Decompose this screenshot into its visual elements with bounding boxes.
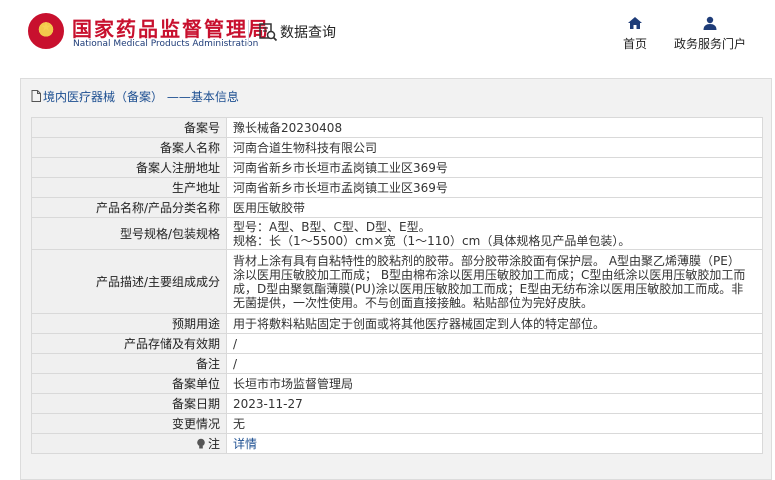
lightbulb-icon [197, 438, 205, 449]
model-spec-line: 规格：长（1～5500）cm×宽（1～110）cm（具体规格见产品单包装）。 [233, 233, 631, 248]
table-row: 备案人注册地址 河南省新乡市长垣市孟岗镇工业区369号 [31, 157, 763, 178]
info-table: 备案号 豫长械备20230408 备案人名称 河南合道生物科技有限公司 备案人注… [31, 117, 763, 454]
table-row: 备案人名称 河南合道生物科技有限公司 [31, 137, 763, 158]
header-divider [248, 20, 249, 46]
table-row: 备案日期 2023-11-27 [31, 393, 763, 414]
panel-title-text: 境内医疗器械（备案） ——基本信息 [43, 89, 239, 104]
table-row: 生产地址 河南省新乡市长垣市孟岗镇工业区369号 [31, 177, 763, 198]
data-query-link[interactable]: 数据查询 [280, 22, 336, 42]
row-label: 备案人名称 [31, 137, 227, 158]
table-row: 备案号 豫长械备20230408 [31, 117, 763, 138]
model-spec-line: 型号：A型、B型、C型、D型、E型。 [233, 219, 431, 234]
row-label: 产品描述/主要组成成分 [31, 249, 227, 314]
intended-use-value: 用于将敷料粘贴固定于创面或将其他医疗器械固定到人体的特定部位。 [226, 313, 763, 334]
row-label: 注 [207, 437, 220, 451]
production-address-value: 河南省新乡市长垣市孟岗镇工业区369号 [226, 177, 763, 198]
table-row: 备案单位 长垣市市场监督管理局 [31, 373, 763, 394]
nav-home-label: 首页 [622, 37, 647, 51]
table-row: 预期用途 用于将敷料粘贴固定于创面或将其他医疗器械固定到人体的特定部位。 [31, 313, 763, 334]
table-row: 备注 / [31, 353, 763, 374]
filing-date-value: 2023-11-27 [226, 393, 763, 414]
table-row: 产品描述/主要组成成分 背材上涂有具有自粘特性的胶粘剂的胶带。部分胶带涂胶面有保… [31, 249, 763, 314]
nav-service-portal-label: 政务服务门户 [673, 37, 746, 51]
filing-authority-value: 长垣市市场监督管理局 [226, 373, 763, 394]
description-line: 无菌提供，一次性使用。不与创面直接接触。粘贴部位为完好皮肤。 [233, 295, 594, 310]
registrant-name-value: 河南合道生物科技有限公司 [226, 137, 763, 158]
table-row: 变更情况 无 [31, 413, 763, 434]
row-label: 预期用途 [31, 313, 227, 334]
model-spec-value: 型号：A型、B型、C型、D型、E型。 规格：长（1～5500）cm×宽（1～11… [226, 217, 763, 250]
row-label: 产品名称/产品分类名称 [31, 197, 227, 218]
row-label: 备注 [31, 353, 227, 374]
product-name-value: 医用压敏胶带 [226, 197, 763, 218]
row-label: 备案单位 [31, 373, 227, 394]
row-label: 备案日期 [31, 393, 227, 414]
home-icon [628, 17, 642, 29]
description-line: 成，D型由聚氨酯薄膜(PU)涂以医用压敏胶加工而成；E型由无纺布涂以医用压敏胶加… [233, 281, 744, 296]
remarks-value: / [226, 353, 763, 374]
row-label: 变更情况 [31, 413, 227, 434]
national-emblem-logo: ★ [28, 13, 64, 49]
detail-panel: 境内医疗器械（备案） ——基本信息 备案号 豫长械备20230408 备案人名称… [20, 78, 772, 480]
description-line: 背材上涂有具有自粘特性的胶粘剂的胶带。部分胶带涂胶面有保护层。 A型由聚乙烯薄膜… [233, 253, 740, 268]
table-row: 型号规格/包装规格 型号：A型、B型、C型、D型、E型。 规格：长（1～5500… [31, 217, 763, 250]
table-row: 注 详情 [31, 433, 763, 454]
change-status-value: 无 [226, 413, 763, 434]
document-icon [31, 90, 41, 102]
record-number-value: 豫长械备20230408 [226, 117, 763, 138]
data-query-icon [259, 23, 278, 42]
description-line: 涂以医用压敏胶加工而成； B型由棉布涂以医用压敏胶加工而成；C型由纸涂以医用压敏… [233, 267, 746, 282]
storage-validity-value: / [226, 333, 763, 354]
row-label: 产品存储及有效期 [31, 333, 227, 354]
row-label: 型号规格/包装规格 [31, 217, 227, 250]
row-label: 备案号 [31, 117, 227, 138]
panel-title: 境内医疗器械（备案） ——基本信息 [31, 87, 239, 105]
product-description-value: 背材上涂有具有自粘特性的胶粘剂的胶带。部分胶带涂胶面有保护层。 A型由聚乙烯薄膜… [226, 249, 763, 314]
nav-service-portal[interactable]: 政务服务门户 [672, 16, 748, 52]
table-row: 产品存储及有效期 / [31, 333, 763, 354]
table-row: 产品名称/产品分类名称 医用压敏胶带 [31, 197, 763, 218]
registrant-address-value: 河南省新乡市长垣市孟岗镇工业区369号 [226, 157, 763, 178]
site-header: ★ 国家药品监督管理局 National Medical Products Ad… [0, 0, 775, 70]
row-label: 备案人注册地址 [31, 157, 227, 178]
row-label: 生产地址 [31, 177, 227, 198]
note-label-cell: 注 [31, 433, 227, 454]
brand-name-en: National Medical Products Administration [73, 39, 259, 49]
user-icon [703, 16, 717, 30]
brand-name-cn: 国家药品监督管理局 [72, 17, 270, 41]
nav-home[interactable]: 首页 [620, 16, 650, 52]
details-link[interactable]: 详情 [233, 437, 257, 451]
note-value-cell: 详情 [226, 433, 763, 454]
